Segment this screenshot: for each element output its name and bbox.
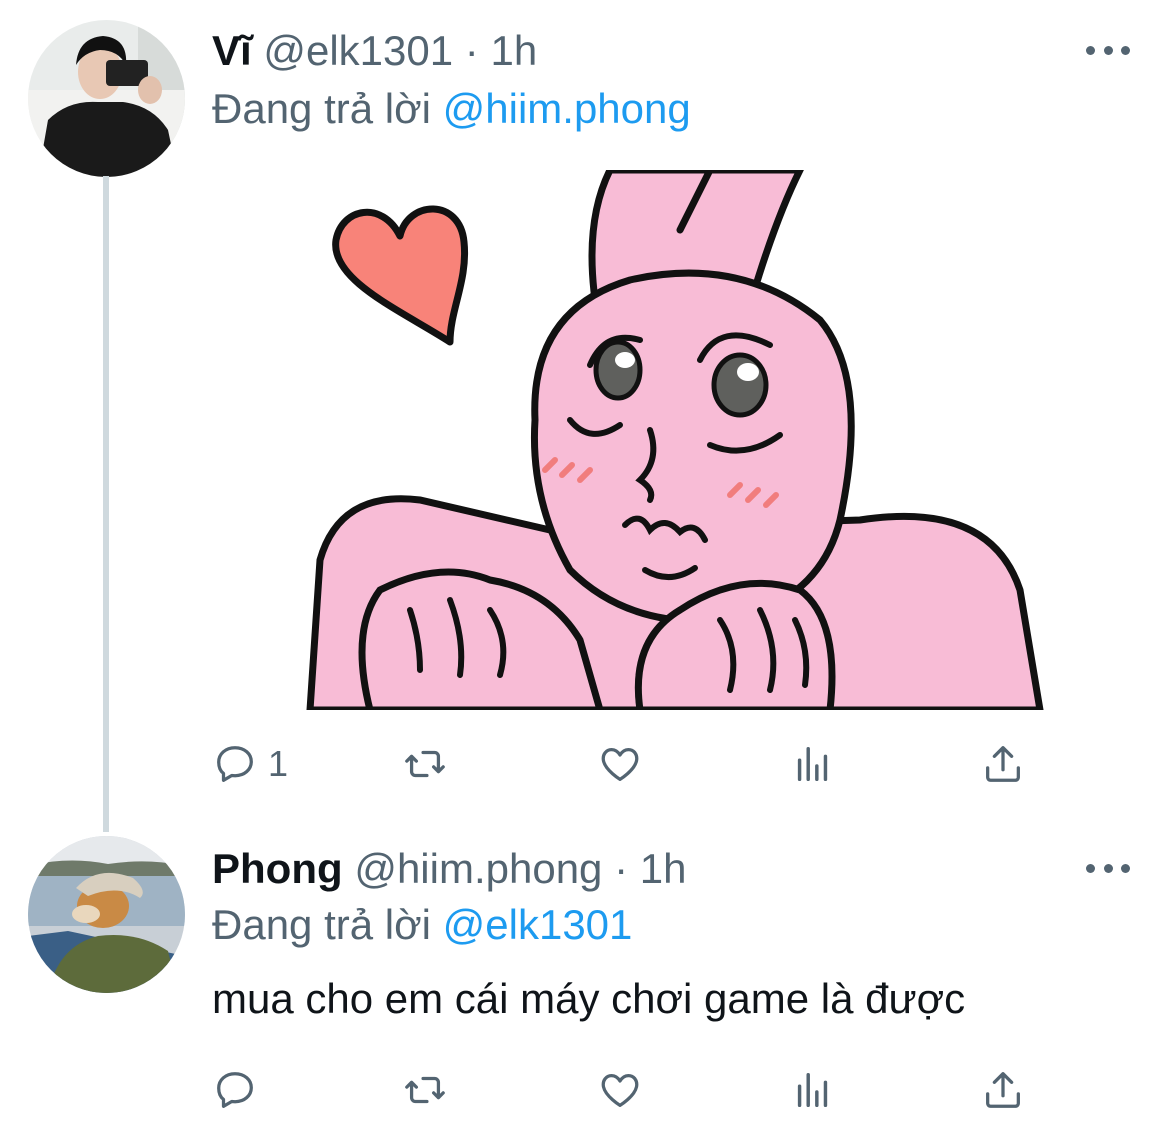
tweet-text: mua cho em cái máy chơi game là được bbox=[212, 975, 966, 1022]
retweet-button[interactable] bbox=[402, 740, 448, 788]
thread-line bbox=[103, 176, 109, 832]
replying-to-label: Đang trả lời bbox=[212, 85, 431, 132]
share-upload-icon bbox=[986, 1072, 1020, 1108]
bar-chart-icon bbox=[797, 746, 828, 782]
analytics-button[interactable] bbox=[790, 1066, 836, 1114]
more-options-icon[interactable] bbox=[1086, 43, 1130, 57]
share-button[interactable] bbox=[980, 740, 1026, 788]
separator-dot: · bbox=[614, 845, 629, 892]
reply-button[interactable]: 1 bbox=[212, 740, 288, 788]
tweet-1[interactable]: Vĩ @elk1301 · 1h Đang trả lời @hiim.phon… bbox=[0, 0, 1170, 832]
like-button[interactable] bbox=[597, 740, 643, 788]
replying-to: Đang trả lời @elk1301 bbox=[212, 904, 632, 946]
more-options-icon[interactable] bbox=[1086, 861, 1130, 875]
replying-to: Đang trả lời @hiim.phong bbox=[212, 88, 691, 130]
share-upload-icon bbox=[986, 746, 1020, 782]
timestamp[interactable]: 1h bbox=[490, 27, 537, 74]
mention-link[interactable]: @elk1301 bbox=[443, 901, 633, 948]
retweet-button[interactable] bbox=[402, 1066, 448, 1114]
display-name[interactable]: Vĩ bbox=[212, 27, 252, 74]
bar-chart-icon bbox=[797, 1072, 828, 1108]
retweet-arrows-icon bbox=[405, 1076, 445, 1104]
tweet-header: Phong @hiim.phong · 1h bbox=[212, 848, 686, 890]
analytics-button[interactable] bbox=[790, 740, 836, 788]
like-button[interactable] bbox=[597, 1066, 643, 1114]
replying-to-label: Đang trả lời bbox=[212, 901, 431, 948]
share-button[interactable] bbox=[980, 1066, 1026, 1114]
user-handle[interactable]: @elk1301 bbox=[263, 27, 453, 74]
avatar-phong[interactable] bbox=[28, 836, 185, 993]
retweet-arrows-icon bbox=[405, 750, 445, 778]
tweet-actions: 1 bbox=[212, 740, 1062, 788]
separator-dot: · bbox=[464, 27, 479, 74]
display-name[interactable]: Phong bbox=[212, 845, 343, 892]
speech-bubble-icon bbox=[217, 1072, 253, 1108]
tweet-actions bbox=[212, 1066, 1062, 1114]
timestamp[interactable]: 1h bbox=[640, 845, 687, 892]
avatar-vi[interactable] bbox=[28, 20, 185, 177]
reply-count: 1 bbox=[268, 743, 289, 784]
heart-icon bbox=[601, 1073, 639, 1107]
user-handle[interactable]: @hiim.phong bbox=[354, 845, 602, 892]
tweet-header: Vĩ @elk1301 · 1h bbox=[212, 30, 537, 72]
tweet-media-sticker[interactable] bbox=[300, 170, 1060, 710]
reply-button[interactable] bbox=[212, 1066, 258, 1114]
mention-link[interactable]: @hiim.phong bbox=[443, 85, 691, 132]
speech-bubble-icon bbox=[217, 746, 253, 782]
heart-icon bbox=[601, 747, 639, 781]
